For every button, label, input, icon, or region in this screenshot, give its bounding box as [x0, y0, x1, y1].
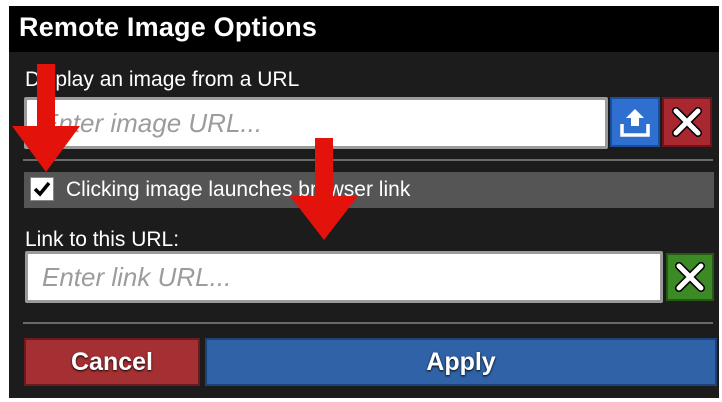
upload-icon	[620, 109, 650, 137]
launch-link-checkbox[interactable]	[30, 177, 54, 201]
dialog-title-bar: Remote Image Options	[9, 6, 719, 52]
close-icon	[675, 262, 705, 292]
link-url-label: Link to this URL:	[25, 228, 180, 251]
apply-button[interactable]: Apply	[205, 338, 717, 386]
launch-link-checkbox-row[interactable]: Clicking image launches browser link	[24, 172, 714, 208]
checkmark-icon	[33, 181, 51, 197]
cancel-button[interactable]: Cancel	[24, 338, 200, 386]
annotation-arrow-icon	[12, 64, 80, 172]
link-url-input[interactable]	[25, 251, 663, 303]
section-divider	[23, 159, 713, 161]
dialog-title: Remote Image Options	[19, 12, 318, 42]
upload-button[interactable]	[610, 97, 660, 147]
close-icon	[672, 107, 702, 137]
section-divider	[23, 322, 713, 324]
clear-link-url-button[interactable]	[666, 253, 714, 301]
annotation-arrow-icon	[290, 138, 358, 240]
clear-image-url-button[interactable]	[662, 97, 712, 147]
remote-image-options-dialog: Remote Image Options Display an image fr…	[9, 6, 719, 398]
